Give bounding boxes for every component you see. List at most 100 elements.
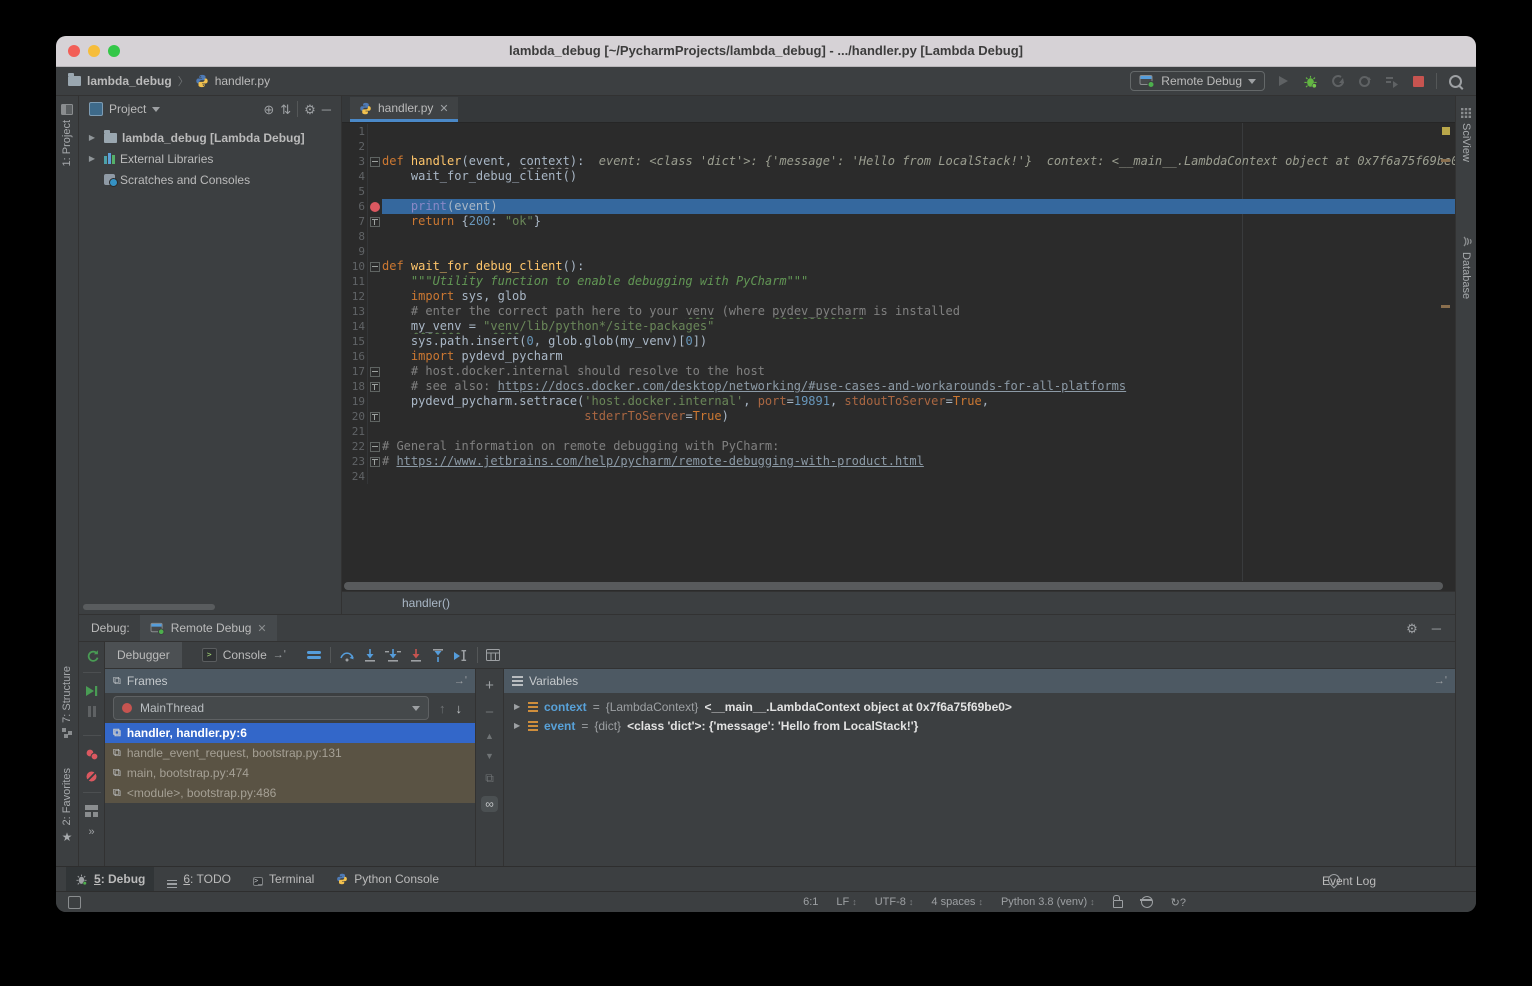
code-line[interactable]: 5 [342, 184, 1455, 199]
error-stripe-file-mark[interactable] [1442, 127, 1450, 135]
gutter-cell[interactable] [368, 409, 382, 424]
code-line[interactable]: 17 # host.docker.internal should resolve… [342, 364, 1455, 379]
gear-icon[interactable]: ⚙ [1406, 622, 1418, 635]
code-text[interactable]: # host.docker.internal should resolve to… [382, 364, 1455, 379]
status-segment-python38venv[interactable]: Python 3.8 (venv)↕ [1001, 896, 1095, 908]
tab-console[interactable]: > Console →ʹ [190, 642, 298, 668]
code-line[interactable]: 13 # enter the correct path here to your… [342, 304, 1455, 319]
fold-marker-icon[interactable] [370, 262, 380, 272]
code-area[interactable]: 123def handler(event, context): event: <… [342, 123, 1455, 581]
code-text[interactable]: print(event) [382, 199, 1455, 214]
gutter-cell[interactable] [368, 184, 382, 199]
gutter-cell[interactable] [368, 349, 382, 364]
gutter-cell[interactable] [368, 334, 382, 349]
line-number[interactable]: 23 [342, 454, 368, 469]
code-text[interactable]: def handler(event, context): event: <cla… [382, 154, 1455, 169]
mute-breakpoints-button[interactable] [85, 770, 98, 783]
pin-panel-icon[interactable]: →ʹ [454, 675, 467, 687]
line-number[interactable]: 11 [342, 274, 368, 289]
error-stripe-warning[interactable] [1441, 159, 1450, 162]
code-text[interactable] [382, 469, 1455, 484]
event-log-label[interactable]: Event Log [1322, 874, 1376, 888]
tool-window-tab-debug[interactable]: 5: Debug [66, 867, 154, 891]
more-actions-button[interactable]: » [88, 826, 94, 838]
search-everywhere-button[interactable] [1446, 72, 1464, 90]
status-segment-lf[interactable]: LF↕ [836, 896, 856, 908]
fold-marker-icon[interactable] [370, 217, 380, 227]
gutter-cell[interactable] [368, 394, 382, 409]
project-tree-item[interactable]: ▶lambda_debug [Lambda Debug] [79, 127, 341, 148]
gutter-cell[interactable] [368, 379, 382, 394]
code-text[interactable]: # see also: https://docs.docker.com/desk… [382, 379, 1455, 394]
variable-row[interactable]: ▶event = {dict} <class 'dict'>: {'messag… [504, 716, 1455, 735]
status-segment-4spaces[interactable]: 4 spaces↕ [931, 896, 983, 908]
code-text[interactable]: sys.path.insert(0, glob.glob(my_venv)[0]… [382, 334, 1455, 349]
fold-marker-icon[interactable] [370, 382, 380, 392]
line-number[interactable]: 24 [342, 469, 368, 484]
gutter-cell[interactable] [368, 244, 382, 259]
code-text[interactable]: # https://www.jetbrains.com/help/pycharm… [382, 454, 1455, 469]
code-line[interactable]: 2 [342, 139, 1455, 154]
reload-icon[interactable]: ↻? [1171, 896, 1186, 909]
run-with-coverage-button[interactable] [1382, 72, 1400, 90]
fold-marker-icon[interactable] [370, 157, 380, 167]
gutter-cell[interactable] [368, 319, 382, 334]
status-segment-utf8[interactable]: UTF-8↕ [875, 896, 914, 908]
gutter-cell[interactable] [368, 214, 382, 229]
tool-button-project[interactable]: 1: Project [56, 104, 78, 166]
line-number[interactable]: 4 [342, 169, 368, 184]
code-line[interactable]: 15 sys.path.insert(0, glob.glob(my_venv)… [342, 334, 1455, 349]
project-tree-item[interactable]: ▶External Libraries [79, 148, 341, 169]
evaluate-expression-button[interactable] [486, 649, 500, 661]
error-stripe-warning[interactable] [1441, 305, 1450, 308]
close-tab-icon[interactable]: ✕ [439, 102, 448, 115]
editor-hscrollbar[interactable] [342, 581, 1455, 591]
code-text[interactable]: wait_for_debug_client() [382, 169, 1455, 184]
line-number[interactable]: 21 [342, 424, 368, 439]
code-text[interactable]: def wait_for_debug_client(): [382, 259, 1455, 274]
project-panel-title[interactable]: Project [109, 102, 146, 116]
code-line[interactable]: 24 [342, 469, 1455, 484]
breadcrumb-project[interactable]: lambda_debug [87, 74, 172, 88]
code-line[interactable]: 11 """Utility function to enable debuggi… [342, 274, 1455, 289]
hide-panel-icon[interactable]: ─ [322, 103, 331, 116]
line-number[interactable]: 10 [342, 259, 368, 274]
code-line[interactable]: 22# General information on remote debugg… [342, 439, 1455, 454]
close-tab-icon[interactable]: ✕ [257, 622, 266, 635]
profiler-button[interactable] [1328, 72, 1346, 90]
step-into-my-code-button[interactable] [409, 649, 423, 662]
line-number[interactable]: 14 [342, 319, 368, 334]
frame-row[interactable]: ⧉<module>, bootstrap.py:486 [105, 783, 475, 803]
remove-watch-button[interactable]: − [485, 704, 494, 721]
move-watch-down-button[interactable]: ▼ [485, 751, 494, 761]
code-text[interactable] [382, 139, 1455, 154]
duplicate-watch-button[interactable]: ⧉ [485, 771, 494, 786]
tool-button-structure[interactable]: 7: Structure [56, 666, 78, 738]
fold-marker-icon[interactable] [370, 367, 380, 377]
gutter-cell[interactable] [368, 199, 382, 214]
line-number[interactable]: 7 [342, 214, 368, 229]
chevron-down-icon[interactable] [152, 107, 160, 112]
code-text[interactable] [382, 244, 1455, 259]
add-watch-button[interactable]: + [485, 677, 494, 694]
line-number[interactable]: 5 [342, 184, 368, 199]
line-number[interactable]: 6 [342, 199, 368, 214]
chevron-right-icon[interactable]: ▶ [514, 702, 522, 711]
breadcrumb-file[interactable]: handler.py [215, 74, 270, 88]
code-line[interactable]: 3def handler(event, context): event: <cl… [342, 154, 1455, 169]
fold-marker-icon[interactable] [370, 442, 380, 452]
code-text[interactable]: # enter the correct path here to your ve… [382, 304, 1455, 319]
force-step-into-button[interactable] [385, 649, 401, 662]
code-text[interactable]: my_venv = "venv/lib/python*/site-package… [382, 319, 1455, 334]
tool-window-tab-terminal[interactable]: >_Terminal [244, 867, 323, 891]
code-line[interactable]: 16 import pydevd_pycharm [342, 349, 1455, 364]
frame-row[interactable]: ⧉main, bootstrap.py:474 [105, 763, 475, 783]
pause-button[interactable] [87, 706, 97, 717]
code-line[interactable]: 12 import sys, glob [342, 289, 1455, 304]
code-line[interactable]: 9 [342, 244, 1455, 259]
code-text[interactable] [382, 424, 1455, 439]
pin-panel-icon[interactable]: →ʹ [1434, 675, 1447, 687]
code-line[interactable]: 8 [342, 229, 1455, 244]
gutter-cell[interactable] [368, 124, 382, 139]
run-configuration-select[interactable]: Remote Debug [1130, 71, 1265, 91]
